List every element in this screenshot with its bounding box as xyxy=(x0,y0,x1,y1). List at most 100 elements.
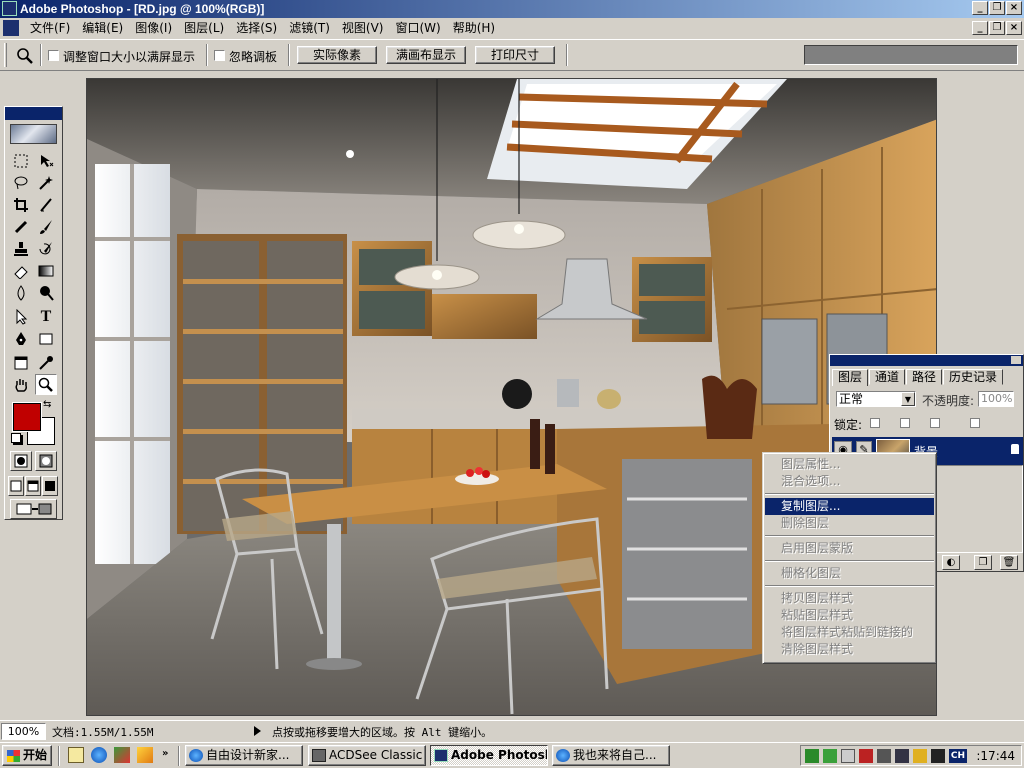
tab-layers[interactable]: 图层 xyxy=(832,369,869,386)
show-desktop-icon[interactable] xyxy=(68,747,84,763)
swap-colors-icon[interactable]: ⇆ xyxy=(43,399,51,410)
history-brush-icon[interactable] xyxy=(35,238,57,259)
gradient-tool-icon[interactable] xyxy=(35,260,57,281)
tab-paths[interactable]: 路径 xyxy=(906,369,943,385)
close-icon[interactable]: × xyxy=(1006,1,1022,15)
lock-position-checkbox[interactable] xyxy=(930,418,940,428)
zoom-level-field[interactable]: 100% xyxy=(1,723,46,740)
brush-tool-icon[interactable] xyxy=(35,216,57,237)
pen-tool-icon[interactable] xyxy=(10,328,32,349)
doc-restore-icon[interactable]: ❐ xyxy=(989,21,1005,35)
opacity-field[interactable]: 100% xyxy=(978,391,1014,407)
default-colors-icon[interactable] xyxy=(11,433,21,443)
trash-icon[interactable]: 🗑 xyxy=(1000,555,1018,570)
menu-item-paste-style-to-linked[interactable]: 将图层样式粘贴到链接的 xyxy=(763,624,936,641)
doc-minimize-icon[interactable]: _ xyxy=(972,21,988,35)
eyedropper-tool-icon[interactable] xyxy=(35,352,57,373)
blur-tool-icon[interactable] xyxy=(10,282,32,303)
menu-item-clear-layer-style[interactable]: 清除图层样式 xyxy=(763,641,936,658)
menu-item-copy-layer-style[interactable]: 拷贝图层样式 xyxy=(763,590,936,607)
new-adjustment-layer-icon[interactable]: ◐ xyxy=(942,555,960,570)
media-player-icon[interactable] xyxy=(114,747,130,763)
security-icon[interactable] xyxy=(877,749,891,763)
dodge-tool-icon[interactable] xyxy=(35,282,57,303)
menu-layer[interactable]: 图层(L) xyxy=(178,20,230,36)
chevron-down-icon[interactable]: ▼ xyxy=(901,392,915,406)
menu-item-layer-properties[interactable]: 图层属性... xyxy=(763,456,936,473)
monitor-icon[interactable] xyxy=(895,749,909,763)
menu-filter[interactable]: 滤镜(T) xyxy=(283,20,336,36)
quick-mask-mode-icon[interactable] xyxy=(35,451,57,471)
clock[interactable]: :17:44 xyxy=(976,749,1015,763)
play-arrow-icon[interactable] xyxy=(254,726,261,736)
menu-image[interactable]: 图像(I) xyxy=(129,20,178,36)
start-button[interactable]: 开始 xyxy=(2,745,52,766)
eraser-tool-icon[interactable] xyxy=(10,260,32,281)
menu-edit[interactable]: 编辑(E) xyxy=(76,20,129,36)
resize-windows-checkbox[interactable] xyxy=(48,50,59,61)
crop-tool-icon[interactable] xyxy=(10,194,32,215)
slice-tool-icon[interactable] xyxy=(35,194,57,215)
clone-stamp-icon[interactable] xyxy=(10,238,32,259)
magic-wand-tool-icon[interactable] xyxy=(35,172,57,193)
marquee-tool-icon[interactable] xyxy=(10,150,32,171)
move-tool-icon[interactable] xyxy=(35,150,57,171)
type-tool-icon[interactable]: T xyxy=(35,306,57,327)
palette-close-icon[interactable] xyxy=(1011,356,1021,364)
path-selection-icon[interactable] xyxy=(10,306,32,327)
lock-transparency-checkbox[interactable] xyxy=(870,418,880,428)
menu-item-paste-layer-style[interactable]: 粘贴图层样式 xyxy=(763,607,936,624)
healing-brush-icon[interactable] xyxy=(10,216,32,237)
internet-explorer-icon[interactable] xyxy=(91,747,107,763)
fit-on-screen-button[interactable]: 满画布显示 xyxy=(386,46,466,64)
photoshop-app-icon[interactable] xyxy=(2,1,17,16)
taskbar-item-freedom-design[interactable]: 自由设计新家... xyxy=(185,745,303,766)
layers-palette-header[interactable] xyxy=(830,355,1023,366)
actual-pixels-button[interactable]: 实际像素 xyxy=(297,46,377,64)
minimize-icon[interactable]: _ xyxy=(972,1,988,15)
blend-mode-select[interactable]: 正常 ▼ xyxy=(836,391,916,407)
new-layer-icon[interactable]: ❐ xyxy=(974,555,992,570)
menu-file[interactable]: 文件(F) xyxy=(24,20,76,36)
menu-help[interactable]: 帮助(H) xyxy=(447,20,501,36)
sync-icon[interactable] xyxy=(823,749,837,763)
lock-image-checkbox[interactable] xyxy=(900,418,910,428)
ignore-palettes-checkbox[interactable] xyxy=(214,50,225,61)
menu-item-blending-options[interactable]: 混合选项... xyxy=(763,473,936,490)
ime-icon[interactable] xyxy=(913,749,927,763)
menu-view[interactable]: 视图(V) xyxy=(336,20,390,36)
doc-close-icon[interactable]: × xyxy=(1006,21,1022,35)
menu-item-rasterize-layer[interactable]: 栅格化图层 xyxy=(763,565,936,582)
foreground-color-swatch[interactable] xyxy=(13,403,41,431)
hand-tool-icon[interactable] xyxy=(10,374,32,395)
restore-icon[interactable]: ❐ xyxy=(989,1,1005,15)
standard-screen-icon[interactable] xyxy=(8,476,24,496)
full-screen-menu-icon[interactable] xyxy=(25,476,41,496)
tab-channels[interactable]: 通道 xyxy=(869,369,906,385)
taskbar-item-photoshop[interactable]: Adobe Photosho... xyxy=(430,745,548,766)
zoom-tool-icon[interactable] xyxy=(35,374,57,395)
language-indicator[interactable]: CH xyxy=(949,749,967,763)
menu-item-duplicate-layer[interactable]: 复制图层... xyxy=(765,498,934,515)
lock-all-checkbox[interactable] xyxy=(970,418,980,428)
volume-icon[interactable] xyxy=(841,749,855,763)
standard-mode-icon[interactable] xyxy=(10,451,32,471)
menu-item-enable-layer-mask[interactable]: 启用图层蒙版 xyxy=(763,540,936,557)
options-grip[interactable] xyxy=(4,43,7,67)
full-screen-icon[interactable] xyxy=(42,476,58,496)
document-icon[interactable] xyxy=(3,20,19,36)
print-size-button[interactable]: 打印尺寸 xyxy=(475,46,555,64)
palette-well[interactable] xyxy=(804,45,1018,65)
tab-history[interactable]: 历史记录 xyxy=(943,369,1004,385)
more-chevron-icon[interactable]: » xyxy=(162,748,168,759)
adobe-online-icon[interactable] xyxy=(10,124,57,144)
rectangle-tool-icon[interactable] xyxy=(35,328,57,349)
menu-select[interactable]: 选择(S) xyxy=(230,20,283,36)
network-icon[interactable] xyxy=(805,749,819,763)
menu-window[interactable]: 窗口(W) xyxy=(389,20,446,36)
lasso-tool-icon[interactable] xyxy=(10,172,32,193)
antivirus-icon[interactable] xyxy=(859,749,873,763)
notes-tool-icon[interactable] xyxy=(10,352,32,373)
taskbar-item-acdsee[interactable]: ACDSee Classic -... xyxy=(308,745,426,766)
toolbox-header[interactable] xyxy=(5,107,62,120)
